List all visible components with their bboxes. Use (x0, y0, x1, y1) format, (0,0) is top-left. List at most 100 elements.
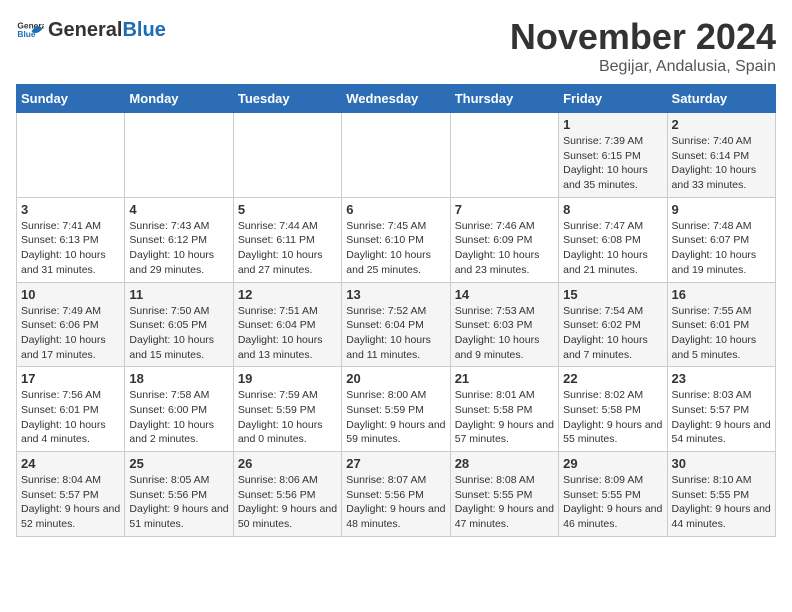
calendar-cell: 16 Sunrise: 7:55 AM Sunset: 6:01 PM Dayli… (667, 282, 775, 367)
day-info: Sunrise: 8:03 AM Sunset: 5:57 PM Dayligh… (672, 388, 771, 447)
day-number: 22 (563, 371, 662, 386)
calendar-cell: 18 Sunrise: 7:58 AM Sunset: 6:00 PM Dayli… (125, 367, 233, 452)
header-saturday: Saturday (667, 85, 775, 113)
header-sunday: Sunday (17, 85, 125, 113)
day-info: Sunrise: 8:02 AM Sunset: 5:58 PM Dayligh… (563, 388, 662, 447)
day-info: Sunrise: 7:50 AM Sunset: 6:05 PM Dayligh… (129, 304, 228, 363)
header-wednesday: Wednesday (342, 85, 450, 113)
day-number: 23 (672, 371, 771, 386)
calendar-cell: 2Sunrise: 7:40 AM Sunset: 6:14 PM Daylig… (667, 113, 775, 198)
calendar-cell: 7 Sunrise: 7:46 AM Sunset: 6:09 PM Daylig… (450, 197, 558, 282)
logo: General Blue General Blue (16, 16, 166, 44)
calendar-cell: 12 Sunrise: 7:51 AM Sunset: 6:04 PM Dayli… (233, 282, 341, 367)
day-number: 17 (21, 371, 120, 386)
calendar-cell (17, 113, 125, 198)
day-info: Sunrise: 7:51 AM Sunset: 6:04 PM Dayligh… (238, 304, 337, 363)
day-number: 2 (672, 117, 771, 132)
day-info: Sunrise: 7:49 AM Sunset: 6:06 PM Dayligh… (21, 304, 120, 363)
day-info: Sunrise: 7:47 AM Sunset: 6:08 PM Dayligh… (563, 219, 662, 278)
day-info: Sunrise: 7:44 AM Sunset: 6:11 PM Dayligh… (238, 219, 337, 278)
day-number: 19 (238, 371, 337, 386)
calendar-cell (450, 113, 558, 198)
calendar-header-row: SundayMondayTuesdayWednesdayThursdayFrid… (17, 85, 776, 113)
day-info: Sunrise: 7:39 AM Sunset: 6:15 PM Dayligh… (563, 134, 662, 193)
day-info: Sunrise: 7:54 AM Sunset: 6:02 PM Dayligh… (563, 304, 662, 363)
day-number: 29 (563, 456, 662, 471)
calendar-cell: 13 Sunrise: 7:52 AM Sunset: 6:04 PM Dayli… (342, 282, 450, 367)
day-info: Sunrise: 7:55 AM Sunset: 6:01 PM Dayligh… (672, 304, 771, 363)
day-info: Sunrise: 8:01 AM Sunset: 5:58 PM Dayligh… (455, 388, 554, 447)
logo-general-text: General (48, 19, 122, 41)
week-row-2: 10Sunrise: 7:49 AM Sunset: 6:06 PM Dayli… (17, 282, 776, 367)
day-number: 1 (563, 117, 662, 132)
page-header: General Blue General Blue November 2024 B… (16, 16, 776, 76)
calendar-cell: 4Sunrise: 7:43 AM Sunset: 6:12 PM Daylig… (125, 197, 233, 282)
day-number: 27 (346, 456, 445, 471)
calendar-cell: 21 Sunrise: 8:01 AM Sunset: 5:58 PM Dayli… (450, 367, 558, 452)
calendar-cell (125, 113, 233, 198)
day-info: Sunrise: 8:08 AM Sunset: 5:55 PM Dayligh… (455, 473, 554, 532)
calendar-table: SundayMondayTuesdayWednesdayThursdayFrid… (16, 84, 776, 537)
day-info: Sunrise: 7:52 AM Sunset: 6:04 PM Dayligh… (346, 304, 445, 363)
day-info: Sunrise: 7:56 AM Sunset: 6:01 PM Dayligh… (21, 388, 120, 447)
day-info: Sunrise: 8:06 AM Sunset: 5:56 PM Dayligh… (238, 473, 337, 532)
calendar-cell: 23 Sunrise: 8:03 AM Sunset: 5:57 PM Dayli… (667, 367, 775, 452)
day-number: 28 (455, 456, 554, 471)
calendar-cell: 24 Sunrise: 8:04 AM Sunset: 5:57 PM Dayli… (17, 452, 125, 537)
day-number: 24 (21, 456, 120, 471)
svg-text:Blue: Blue (17, 29, 35, 39)
day-number: 25 (129, 456, 228, 471)
day-info: Sunrise: 8:00 AM Sunset: 5:59 PM Dayligh… (346, 388, 445, 447)
day-info: Sunrise: 8:04 AM Sunset: 5:57 PM Dayligh… (21, 473, 120, 532)
day-number: 26 (238, 456, 337, 471)
day-number: 5 (238, 202, 337, 217)
header-monday: Monday (125, 85, 233, 113)
day-number: 7 (455, 202, 554, 217)
calendar-cell: 27 Sunrise: 8:07 AM Sunset: 5:56 PM Dayli… (342, 452, 450, 537)
day-number: 13 (346, 287, 445, 302)
day-number: 30 (672, 456, 771, 471)
day-number: 20 (346, 371, 445, 386)
header-friday: Friday (559, 85, 667, 113)
day-info: Sunrise: 7:58 AM Sunset: 6:00 PM Dayligh… (129, 388, 228, 447)
day-number: 18 (129, 371, 228, 386)
calendar-cell: 29Sunrise: 8:09 AM Sunset: 5:55 PM Dayli… (559, 452, 667, 537)
calendar-cell: 10Sunrise: 7:49 AM Sunset: 6:06 PM Dayli… (17, 282, 125, 367)
day-info: Sunrise: 8:07 AM Sunset: 5:56 PM Dayligh… (346, 473, 445, 532)
logo-icon: General Blue (16, 16, 44, 44)
day-info: Sunrise: 7:46 AM Sunset: 6:09 PM Dayligh… (455, 219, 554, 278)
location-subtitle: Begijar, Andalusia, Spain (510, 58, 776, 76)
month-title: November 2024 (510, 16, 776, 58)
calendar-cell: 22 Sunrise: 8:02 AM Sunset: 5:58 PM Dayli… (559, 367, 667, 452)
header-tuesday: Tuesday (233, 85, 341, 113)
calendar-cell (233, 113, 341, 198)
day-number: 11 (129, 287, 228, 302)
day-number: 6 (346, 202, 445, 217)
calendar-cell: 20 Sunrise: 8:00 AM Sunset: 5:59 PM Dayli… (342, 367, 450, 452)
day-number: 3 (21, 202, 120, 217)
calendar-cell: 28 Sunrise: 8:08 AM Sunset: 5:55 PM Dayli… (450, 452, 558, 537)
day-number: 21 (455, 371, 554, 386)
day-number: 14 (455, 287, 554, 302)
day-info: Sunrise: 8:05 AM Sunset: 5:56 PM Dayligh… (129, 473, 228, 532)
day-number: 16 (672, 287, 771, 302)
calendar-cell: 9Sunrise: 7:48 AM Sunset: 6:07 PM Daylig… (667, 197, 775, 282)
day-info: Sunrise: 7:59 AM Sunset: 5:59 PM Dayligh… (238, 388, 337, 447)
calendar-cell: 17 Sunrise: 7:56 AM Sunset: 6:01 PM Dayli… (17, 367, 125, 452)
week-row-1: 3 Sunrise: 7:41 AM Sunset: 6:13 PM Daylig… (17, 197, 776, 282)
calendar-cell: 1 Sunrise: 7:39 AM Sunset: 6:15 PM Daylig… (559, 113, 667, 198)
day-number: 12 (238, 287, 337, 302)
calendar-cell: 6Sunrise: 7:45 AM Sunset: 6:10 PM Daylig… (342, 197, 450, 282)
day-info: Sunrise: 7:53 AM Sunset: 6:03 PM Dayligh… (455, 304, 554, 363)
day-number: 8 (563, 202, 662, 217)
day-number: 9 (672, 202, 771, 217)
day-number: 4 (129, 202, 228, 217)
day-info: Sunrise: 8:10 AM Sunset: 5:55 PM Dayligh… (672, 473, 771, 532)
calendar-cell: 15Sunrise: 7:54 AM Sunset: 6:02 PM Dayli… (559, 282, 667, 367)
calendar-cell: 30 Sunrise: 8:10 AM Sunset: 5:55 PM Dayli… (667, 452, 775, 537)
title-area: November 2024 Begijar, Andalusia, Spain (510, 16, 776, 76)
day-info: Sunrise: 7:41 AM Sunset: 6:13 PM Dayligh… (21, 219, 120, 278)
week-row-3: 17 Sunrise: 7:56 AM Sunset: 6:01 PM Dayli… (17, 367, 776, 452)
calendar-cell: 3 Sunrise: 7:41 AM Sunset: 6:13 PM Daylig… (17, 197, 125, 282)
calendar-cell: 14 Sunrise: 7:53 AM Sunset: 6:03 PM Dayli… (450, 282, 558, 367)
